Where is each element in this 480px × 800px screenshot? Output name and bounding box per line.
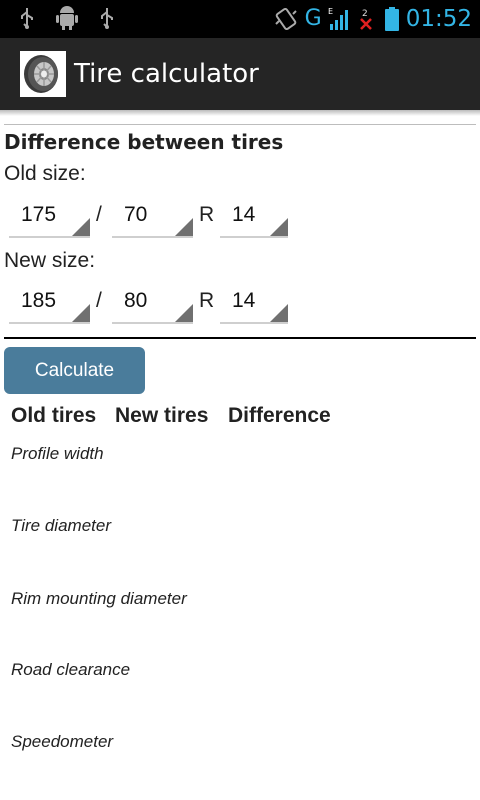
svg-text:E: E [328,7,333,16]
network-type: G [304,6,322,31]
old-width-value: 175 [21,203,57,226]
column-header-new-tires: New tires [115,404,209,427]
no-sim-icon: 2 [359,9,372,30]
new-profile-value: 80 [124,289,148,312]
dropdown-arrow-icon [270,218,288,236]
r-separator: R [199,289,215,312]
form-divider [4,337,476,339]
usb-icon [101,8,113,29]
dropdown-arrow-icon [175,218,193,236]
slash-separator: / [96,289,102,312]
tire-icon[interactable] [20,51,66,97]
system-icons: G E 2 01:52 [273,4,472,34]
signal-icon: E [328,7,348,30]
column-header-difference: Difference [228,404,331,427]
new-profile-spinner[interactable]: 80 [112,284,193,324]
calculate-button[interactable]: Calculate [4,347,145,394]
usb-icon [21,8,33,29]
notification-icons [18,6,116,30]
old-size-label: Old size: [4,162,86,185]
dropdown-arrow-icon [270,304,288,322]
top-divider [4,124,476,125]
old-profile-spinner[interactable]: 70 [112,198,193,238]
new-rim-value: 14 [232,289,256,312]
slash-separator: / [96,203,102,226]
row-label-profile-width: Profile width [11,444,104,463]
old-width-spinner[interactable]: 175 [9,198,90,238]
action-bar: Tire calculator [0,38,480,111]
section-heading: Difference between tires [4,130,284,154]
row-label-road-clearance: Road clearance [11,660,131,679]
row-label-tire-diameter: Tire diameter [11,516,111,535]
svg-text:2: 2 [362,9,368,19]
column-header-old-tires: Old tires [11,404,97,427]
old-profile-value: 70 [124,203,148,226]
row-label-rim-mounting-diameter: Rim mounting diameter [11,589,187,608]
r-separator: R [199,203,215,226]
vibrate-icon [274,7,297,31]
old-rim-spinner[interactable]: 14 [220,198,288,238]
dropdown-arrow-icon [175,304,193,322]
app-title: Tire calculator [74,59,259,89]
dropdown-arrow-icon [72,218,90,236]
clock: 01:52 [405,6,472,32]
old-rim-value: 14 [232,203,256,226]
android-debug-icon [56,6,78,30]
dropdown-arrow-icon [72,304,90,322]
status-bar: G E 2 01:52 [0,0,480,38]
new-rim-spinner[interactable]: 14 [220,284,288,324]
new-size-label: New size: [4,249,96,272]
new-width-spinner[interactable]: 185 [9,284,90,324]
new-width-value: 185 [21,289,57,312]
action-bar-shadow [0,110,480,116]
row-label-speedometer: Speedometer [11,732,114,751]
battery-icon [384,7,399,31]
